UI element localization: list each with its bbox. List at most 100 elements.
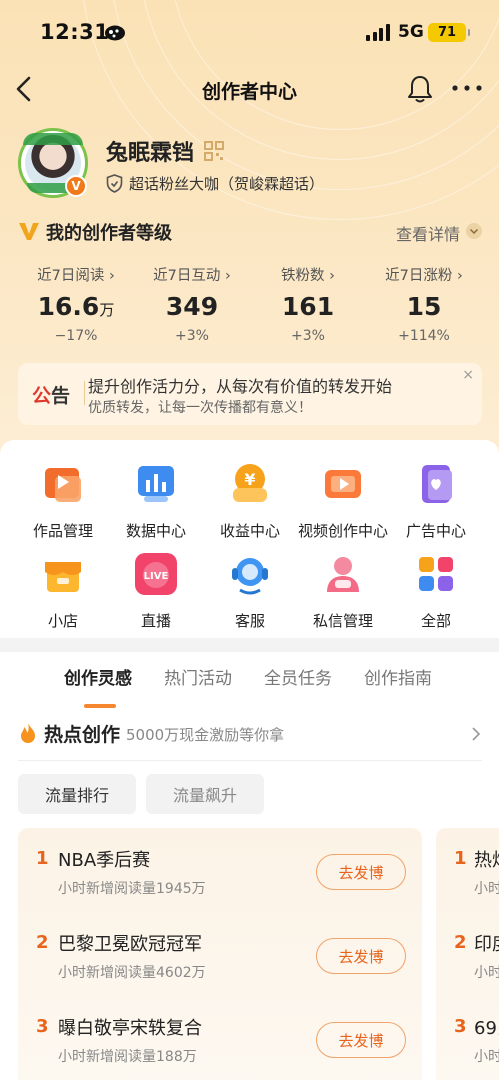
stat-interactions[interactable]: 近7日互动 › 349 +3% (134, 264, 250, 344)
hot-creation-subtitle: 5000万现金激励等你拿 (126, 726, 285, 744)
tool-all[interactable]: 全部 (388, 552, 484, 631)
tool-label: 私信管理 (312, 612, 373, 630)
post-button[interactable]: 去发博 (316, 1022, 406, 1058)
income-icon: ¥ (233, 464, 267, 502)
topic-title: 巴黎卫冕欧冠冠军 (58, 934, 202, 955)
app-notification-icon (105, 25, 125, 41)
creator-level-title: 我的创作者等级 (46, 223, 172, 244)
hot-creation-header[interactable]: 热点创作 5000万现金激励等你拿 (18, 720, 482, 750)
shield-icon (106, 174, 123, 193)
stat-change: +3% (291, 328, 325, 344)
announcement-tag: 公告 (32, 385, 71, 407)
ranking-card-peek[interactable]: 1 热炽 小时 2 印度 小时 3 69岁 小时 (436, 828, 499, 1080)
tool-customer-service[interactable]: 客服 (202, 552, 298, 631)
ad-icon (422, 465, 452, 503)
tool-video-creation[interactable]: 视频创作中心 (295, 462, 391, 541)
rank-number: 3 (36, 1016, 49, 1037)
stat-label: 铁粉数 › (281, 268, 335, 284)
creator-level-header: 我的创作者等级 查看详情 (18, 219, 482, 245)
hot-creation-title: 热点创作 (44, 724, 121, 746)
tool-data-center[interactable]: 数据中心 (108, 462, 204, 541)
tool-label: 小店 (47, 612, 78, 630)
live-badge: LIVE (144, 571, 169, 582)
qr-code-icon[interactable] (204, 141, 224, 161)
ranking-row[interactable]: 3 69岁 小时 (436, 996, 499, 1080)
topic-title: 曝白敬亭宋轶复合 (58, 1018, 202, 1039)
status-time: 12:31 (40, 20, 110, 44)
stat-value: 349 (165, 292, 219, 321)
stat-change: +114% (398, 328, 450, 344)
ranking-row[interactable]: 1 NBA季后赛 小时新增阅读量1945万 去发博 (18, 828, 422, 912)
tab-creation-inspiration[interactable]: 创作灵感 (64, 664, 132, 689)
topic-subtitle: 小时新增阅读量4602万 (58, 965, 206, 981)
message-icon (327, 557, 359, 592)
active-tab-indicator (84, 704, 116, 708)
content-tabs: 创作灵感 热门活动 全员任务 创作指南 (0, 664, 499, 708)
flame-icon (21, 723, 35, 743)
tool-label: 广告中心 (405, 522, 466, 540)
announcement-banner[interactable]: 公告 提升创作活力分，从每次有价值的转发开始 优质转发，让每一次传播都有意义！ … (18, 363, 482, 425)
chip-traffic-surge[interactable]: 流量飙升 (146, 774, 264, 814)
stat-value: 16.6万 (37, 292, 115, 321)
stat-label: 近7日互动 › (153, 268, 231, 284)
verified-badge-icon: V (65, 175, 87, 197)
top-nav: 创作者中心 (0, 64, 499, 114)
content-panel: 创作灵感 热门活动 全员任务 创作指南 热点创作 5000万现金激励等你拿 流量… (0, 652, 499, 1080)
stats-row: 近7日阅读 › 16.6万 −17% 近7日互动 › 349 +3% 铁粉数 ›… (18, 264, 482, 344)
topic-title: 印度 (474, 934, 499, 955)
tool-income-center[interactable]: ¥ 收益中心 (202, 462, 298, 541)
network-type: 5G (398, 22, 424, 42)
shop-icon (45, 562, 81, 592)
topic-subtitle: 小时 (474, 881, 499, 897)
announcement-divider (84, 381, 85, 405)
all-icon (419, 557, 453, 591)
battery-level: 71 (437, 25, 457, 40)
tool-live[interactable]: LIVE 直播 (108, 552, 204, 631)
announcement-line-2: 优质转发，让每一次传播都有意义！ (88, 400, 312, 416)
works-icon (45, 468, 81, 502)
post-button[interactable]: 去发博 (316, 854, 406, 890)
more-options-icon[interactable] (450, 76, 484, 100)
tool-label: 收益中心 (219, 522, 280, 540)
chip-traffic-ranking[interactable]: 流量排行 (18, 774, 136, 814)
video-icon (325, 470, 361, 498)
battery-icon: 71 (428, 23, 470, 42)
ranking-row[interactable]: 2 巴黎卫冕欧冠冠军 小时新增阅读量4602万 去发博 (18, 912, 422, 996)
fan-badge[interactable]: 超话粉丝大咖（贺峻霖超话） (106, 173, 324, 194)
stat-reads[interactable]: 近7日阅读 › 16.6万 −17% (18, 264, 134, 344)
tools-grid: 作品管理 数据中心 ¥ 收益中心 视频创作中心 广告中心 小店 LIVE 直播 … (0, 440, 499, 638)
chevron-right-icon[interactable] (470, 726, 482, 742)
tool-shop[interactable]: 小店 (15, 552, 111, 631)
ranking-row[interactable]: 3 曝白敬亭宋轶复合 小时新增阅读量188万 去发博 (18, 996, 422, 1080)
bell-icon[interactable] (406, 74, 434, 104)
tool-works-management[interactable]: 作品管理 (15, 462, 111, 541)
tab-hot-activities[interactable]: 热门活动 (164, 664, 232, 689)
tab-member-tasks[interactable]: 全员任务 (264, 664, 332, 689)
chevron-down-icon[interactable] (466, 223, 482, 239)
tool-label: 直播 (140, 612, 171, 630)
rank-number: 3 (454, 1016, 467, 1037)
view-details-link[interactable]: 查看详情 (396, 221, 460, 245)
fan-badge-text: 超话粉丝大咖（贺峻霖超话） (129, 175, 325, 193)
topic-title: NBA季后赛 (58, 850, 151, 871)
yen-symbol: ¥ (244, 470, 255, 489)
close-icon[interactable]: × (462, 367, 474, 383)
ranking-row[interactable]: 2 印度 小时 (436, 912, 499, 996)
announcement-line-1: 提升创作活力分，从每次有价值的转发开始 (88, 377, 393, 396)
tab-creation-guide[interactable]: 创作指南 (364, 664, 432, 689)
post-button[interactable]: 去发博 (316, 938, 406, 974)
avatar[interactable]: V (18, 128, 88, 198)
tool-message-management[interactable]: 私信管理 (295, 552, 391, 631)
data-icon (138, 466, 174, 502)
tool-label: 数据中心 (125, 522, 186, 540)
stat-iron-fans[interactable]: 铁粉数 › 161 +3% (250, 264, 366, 344)
v-level-icon (19, 223, 39, 240)
topic-title: 69岁 (474, 1018, 499, 1039)
ranking-row[interactable]: 1 热炽 小时 (436, 828, 499, 912)
status-bar: 12:31 5G 71 (0, 0, 499, 64)
tool-ad-center[interactable]: 广告中心 (388, 462, 484, 541)
username[interactable]: 兔眠霖铛 (106, 135, 194, 167)
stat-new-fans[interactable]: 近7日涨粉 › 15 +114% (366, 264, 482, 344)
tool-label: 视频创作中心 (297, 522, 388, 540)
rank-number: 2 (36, 932, 49, 953)
